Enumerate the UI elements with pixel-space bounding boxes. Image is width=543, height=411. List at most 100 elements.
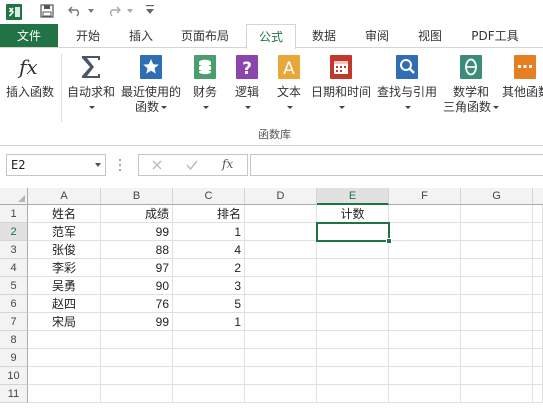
recently-used-button[interactable]: 最近使用的 函数 — [118, 52, 184, 115]
grid-cell[interactable] — [245, 223, 317, 241]
column-header-b[interactable]: B — [101, 188, 173, 205]
grid-cell[interactable] — [317, 313, 389, 331]
undo-icon[interactable] — [68, 3, 82, 17]
tab-page-layout[interactable]: 页面布局 — [172, 24, 238, 48]
grid-cell[interactable] — [461, 331, 533, 349]
grid-cell[interactable] — [389, 205, 461, 223]
name-box[interactable]: E2 — [6, 154, 106, 176]
financial-button[interactable]: 财务 — [186, 52, 224, 115]
logical-button[interactable]: ? 逻辑 — [228, 52, 266, 115]
row-header-3[interactable]: 3 — [0, 241, 28, 259]
cell-a2[interactable]: 范军 — [28, 223, 101, 241]
select-all-corner[interactable] — [0, 188, 28, 205]
grid-cell[interactable] — [317, 277, 389, 295]
tab-review[interactable]: 审阅 — [356, 24, 398, 48]
row-header-2[interactable]: 2 — [0, 223, 28, 241]
cell-b2[interactable]: 99 — [101, 223, 173, 241]
row-header-4[interactable]: 4 — [0, 259, 28, 277]
tab-formulas[interactable]: 公式 — [246, 24, 296, 49]
cell-a5[interactable]: 吴勇 — [28, 277, 101, 295]
row-header-10[interactable]: 10 — [0, 367, 28, 385]
math-trig-button[interactable]: 数学和 三角函数 — [440, 52, 502, 115]
grid-cell[interactable] — [389, 313, 461, 331]
tab-data[interactable]: 数据 — [304, 24, 344, 48]
cell-b4[interactable]: 97 — [101, 259, 173, 277]
grid-cell[interactable] — [317, 259, 389, 277]
grid-cell[interactable] — [317, 241, 389, 259]
grid-cell[interactable] — [461, 313, 533, 331]
fill-handle[interactable] — [386, 238, 392, 244]
chevron-down-icon[interactable] — [95, 163, 101, 167]
grid-cell[interactable] — [389, 223, 461, 241]
lookup-reference-button[interactable]: 查找与引用 — [374, 52, 440, 115]
customize-toolbar-icon[interactable] — [146, 5, 154, 15]
grid-cell[interactable] — [28, 349, 101, 367]
formula-input[interactable] — [250, 154, 543, 176]
grid-cell[interactable] — [389, 295, 461, 313]
cell-b1[interactable]: 成绩 — [101, 205, 173, 223]
cancel-icon[interactable] — [150, 158, 164, 172]
cell-c5[interactable]: 3 — [173, 277, 245, 295]
column-header-c[interactable]: C — [173, 188, 245, 205]
grid-cell[interactable] — [533, 259, 543, 277]
grid-cell[interactable] — [245, 349, 317, 367]
column-header-f[interactable]: F — [389, 188, 461, 205]
row-header-1[interactable]: 1 — [0, 205, 28, 223]
grid-cell[interactable] — [173, 385, 245, 403]
cell-a4[interactable]: 李彩 — [28, 259, 101, 277]
cell-a7[interactable]: 宋局 — [28, 313, 101, 331]
cell-b6[interactable]: 76 — [101, 295, 173, 313]
row-header-8[interactable]: 8 — [0, 331, 28, 349]
grid-cell[interactable] — [389, 349, 461, 367]
grid-cell[interactable] — [245, 241, 317, 259]
column-header-d[interactable]: D — [245, 188, 317, 205]
grid-cell[interactable] — [389, 259, 461, 277]
grid-cell[interactable] — [245, 367, 317, 385]
grid-cell[interactable] — [461, 241, 533, 259]
grid-cell[interactable] — [461, 295, 533, 313]
grid-cell[interactable] — [533, 313, 543, 331]
save-icon[interactable] — [40, 4, 54, 18]
grid-cell[interactable] — [533, 205, 543, 223]
grid-cell[interactable] — [28, 385, 101, 403]
grid-cell[interactable] — [173, 367, 245, 385]
grid-cell[interactable] — [173, 349, 245, 367]
grid-cell[interactable] — [389, 385, 461, 403]
row-header-7[interactable]: 7 — [0, 313, 28, 331]
cell-c4[interactable]: 2 — [173, 259, 245, 277]
grid-cell[interactable] — [317, 349, 389, 367]
row-header-5[interactable]: 5 — [0, 277, 28, 295]
date-time-button[interactable]: 日期和时间 — [308, 52, 374, 115]
grid-cell[interactable] — [28, 367, 101, 385]
cell-c7[interactable]: 1 — [173, 313, 245, 331]
column-header-e[interactable]: E — [317, 188, 389, 205]
column-header-a[interactable]: A — [28, 188, 101, 205]
grid-cell[interactable] — [533, 349, 543, 367]
grid-cell[interactable] — [533, 223, 543, 241]
grid-cell[interactable] — [461, 259, 533, 277]
grid-cell[interactable] — [533, 367, 543, 385]
grid-cell[interactable] — [317, 385, 389, 403]
grid-cell[interactable] — [461, 367, 533, 385]
row-header-9[interactable]: 9 — [0, 349, 28, 367]
redo-dropdown-icon[interactable] — [127, 9, 133, 13]
grid-cell[interactable] — [533, 241, 543, 259]
grid-cell[interactable] — [533, 277, 543, 295]
grid-cell[interactable] — [389, 277, 461, 295]
cell-b7[interactable]: 99 — [101, 313, 173, 331]
grid-cell[interactable] — [245, 331, 317, 349]
grid-cell[interactable] — [245, 259, 317, 277]
grid-cell[interactable] — [389, 331, 461, 349]
cell-a6[interactable]: 赵四 — [28, 295, 101, 313]
grid-cell[interactable] — [533, 295, 543, 313]
cell-a1[interactable]: 姓名 — [28, 205, 101, 223]
text-button[interactable]: A 文本 — [270, 52, 308, 115]
checkmark-icon[interactable] — [185, 158, 199, 172]
redo-icon[interactable] — [107, 3, 121, 17]
cell-a3[interactable]: 张俊 — [28, 241, 101, 259]
grid-cell[interactable] — [389, 367, 461, 385]
tab-view[interactable]: 视图 — [410, 24, 450, 48]
cell-c3[interactable]: 4 — [173, 241, 245, 259]
grid-cell[interactable] — [245, 277, 317, 295]
grid-cell[interactable] — [101, 367, 173, 385]
